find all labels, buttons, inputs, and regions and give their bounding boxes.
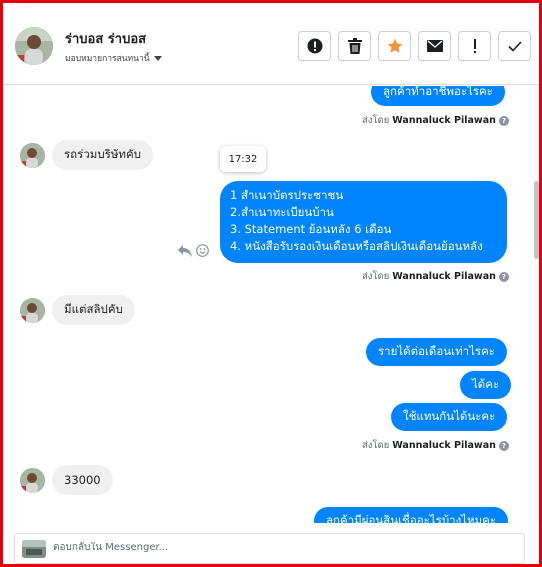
reaction-smiley-icon[interactable] [196,244,209,257]
timestamp-text: 17:32 [228,153,258,165]
message-text: รายได้ต่อเดือนเท่าไรคะ [378,344,495,358]
star-button[interactable] [378,31,411,61]
help-icon[interactable]: ? [498,440,509,451]
spam-button[interactable] [298,31,331,61]
contact-name: ร่าบอส ร่าบอส [65,32,147,47]
message-text: ใช้แทนกันได้นะคะ [403,409,496,423]
exclamation-icon [473,39,476,53]
sent-by-prefix: ส่งโดย [362,115,390,126]
assign-label: มอบหมายการสนทนานี้ [65,54,150,64]
sent-by-prefix: ส่งโดย [362,271,390,282]
contact-avatar-small [20,298,45,323]
scrollbar-thumb[interactable] [534,181,539,259]
message-text: ลูกค้าทำอาชีพอะไรคะ [383,86,493,98]
message-text: มีแต่สลิปคับ [64,302,123,316]
message-tools [178,244,209,257]
header-actions [298,31,531,61]
sent-by-label: ส่งโดย Wannaluck Pilawan ? [362,269,509,284]
message-line: 2.สำเนาทะเบียนบ้าน [230,205,334,219]
outgoing-message[interactable]: ลูกค้าทำอาชีพอะไรคะ [371,86,505,106]
conversation-header: ร่าบอส ร่าบอส มอบหมายการสนทนานี้ [3,3,539,85]
trash-icon [347,38,362,54]
message-thread[interactable]: ลูกค้าทำอาชีพอะไรคะ ส่งโดย Wannaluck Pil… [3,86,534,523]
message-text: ได้คะ [472,377,500,391]
delete-button[interactable] [338,31,371,61]
message-line: 4. หนังสือรับรองเงินเดือนหรือสลิปเงินเดื… [230,239,483,253]
help-icon[interactable]: ? [498,115,509,126]
message-text: รถร่วมบริษัทคับ [64,147,141,161]
alert-circle-icon [307,38,322,54]
contact-avatar[interactable] [15,27,53,65]
help-icon[interactable]: ? [498,271,509,282]
message-text: ลูกค้ามีผ่อนสินเชื่ออะไรบ้างไหมคะ [326,513,497,523]
follow-up-button[interactable] [458,31,491,61]
reply-composer [14,533,525,564]
contact-avatar-small [20,143,45,168]
message-line: 3. Statement ย้อนหลัง 6 เดือน [230,222,392,236]
message-line: 1 สำเนาบัตรประชาชน [230,188,344,202]
outgoing-message[interactable]: ได้คะ [460,371,512,399]
outgoing-message[interactable]: รายได้ต่อเดือนเท่าไรคะ [366,338,507,366]
mark-unread-button[interactable] [418,31,451,61]
star-icon [387,38,402,53]
timestamp-tooltip: 17:32 [220,146,266,172]
caret-down-icon [153,55,162,61]
agent-name: Wannaluck Pilawan [392,271,496,282]
thread-scrollbar[interactable] [534,86,539,523]
outgoing-message[interactable]: ลูกค้ามีผ่อนสินเชื่ออะไรบ้างไหมคะ [314,507,509,523]
sent-by-label: ส่งโดย Wannaluck Pilawan ? [362,438,509,453]
agent-name: Wannaluck Pilawan [392,115,496,126]
outgoing-message-multiline[interactable]: 1 สำเนาบัตรประชาชน 2.สำเนาทะเบียนบ้าน 3.… [220,181,507,263]
agent-name: Wannaluck Pilawan [392,440,496,451]
done-button[interactable] [498,31,531,61]
page-avatar [22,540,46,558]
incoming-message[interactable]: รถร่วมบริษัทคับ [52,140,153,170]
reply-input[interactable] [53,542,493,553]
assign-conversation-dropdown[interactable]: มอบหมายการสนทนานี้ [65,51,162,65]
sent-by-prefix: ส่งโดย [362,440,390,451]
check-icon [507,40,522,52]
incoming-message[interactable]: มีแต่สลิปคับ [52,295,135,325]
message-text: 33000 [64,473,101,487]
envelope-icon [426,40,443,52]
reply-icon[interactable] [178,244,192,257]
outgoing-message[interactable]: ใช้แทนกันได้นะคะ [391,403,508,431]
sent-by-label: ส่งโดย Wannaluck Pilawan ? [362,113,509,128]
incoming-message[interactable]: 33000 [52,465,113,495]
contact-avatar-small [20,468,45,493]
